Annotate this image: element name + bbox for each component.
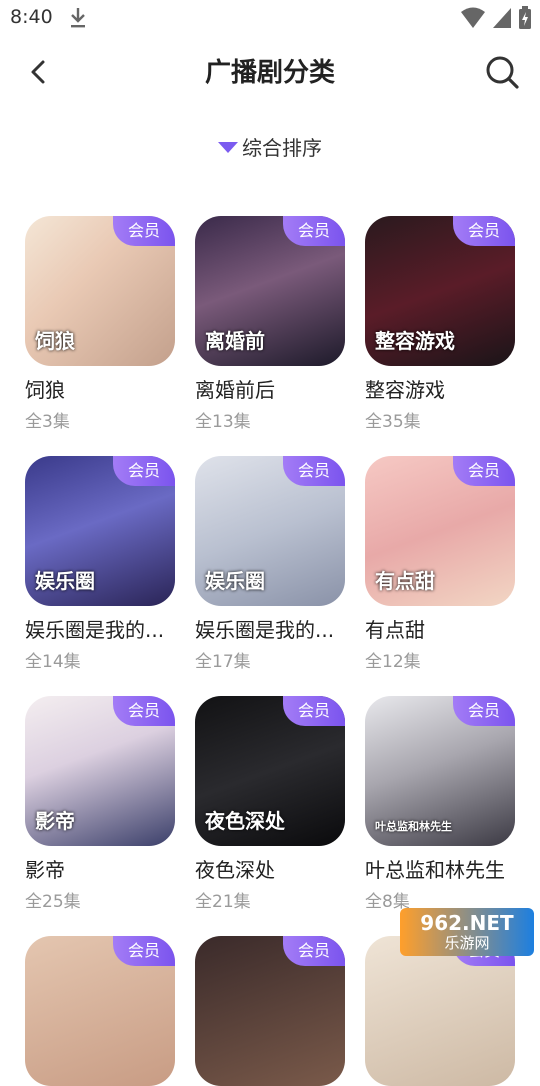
cover-art-title: 整容游戏 (375, 329, 455, 353)
drama-title: 娱乐圈是我的... (195, 618, 335, 642)
vip-badge: 会员 (113, 456, 175, 486)
cover-image[interactable]: 会员 (365, 936, 515, 1086)
cover-image[interactable]: 夜色深处 会员 (195, 696, 345, 846)
drama-card[interactable]: 整容游戏 会员整容游戏全35集 (365, 216, 515, 456)
drama-card[interactable]: 夜色深处 会员夜色深处全21集 (195, 696, 345, 936)
search-button[interactable] (484, 54, 520, 90)
cover-image[interactable]: 娱乐圈 会员 (25, 456, 175, 606)
download-icon (71, 8, 85, 28)
cover-image[interactable]: 饲狼 会员 (25, 216, 175, 366)
episode-count: 全14集 (25, 652, 81, 672)
drama-title: 饲狼 (25, 378, 65, 402)
drama-card[interactable]: 叶总监和林先生 会员 叶总监和林先生 全8集 (365, 696, 515, 936)
drama-grid: 饲狼 会员 饲狼 全3集 离婚前 会员 离婚前后 全13集 整容游戏 会员 整容游戏 全35集 娱乐圈会… (25, 216, 525, 1086)
vip-badge: 会员 (113, 936, 175, 966)
vip-badge: 会员 (113, 696, 175, 726)
vip-badge: 会员 (283, 216, 345, 246)
vip-badge: 会员 (453, 456, 515, 486)
watermark-logo: 962.NET 乐游网 (400, 908, 534, 956)
cover-art-title: 娱乐圈 (205, 569, 265, 593)
cover-image[interactable]: 有点甜 会员 (365, 456, 515, 606)
cover-art-title: 离婚前 (205, 329, 265, 353)
cover-art-title: 娱乐圈 (35, 569, 95, 593)
signal-icon (493, 8, 511, 28)
wifi-icon (461, 7, 485, 28)
cover-art-title: 饲狼 (35, 329, 75, 353)
sort-label: 综合排序 (242, 136, 322, 160)
cover-image[interactable]: 影帝 会员 (25, 696, 175, 846)
drama-title: 有点甜 (365, 618, 425, 642)
episode-count: 全25集 (25, 892, 81, 912)
watermark-sub: 乐游网 (444, 934, 490, 952)
cover-image[interactable]: 会员 (25, 936, 175, 1086)
battery-charging-icon (519, 6, 531, 29)
drama-title: 叶总监和林先生 (365, 858, 505, 882)
sort-dropdown[interactable]: 综合排序 (0, 132, 540, 161)
vip-badge: 会员 (283, 936, 345, 966)
drama-card[interactable]: 影帝 会员影帝全25集 (25, 696, 175, 936)
drama-title: 夜色深处 (195, 858, 275, 882)
status-bar: 8:40 (0, 0, 540, 36)
triangle-down-icon (218, 142, 238, 153)
cover-image[interactable]: 整容游戏 会员 (365, 216, 515, 366)
drama-title: 影帝 (25, 858, 65, 882)
vip-badge: 会员 (453, 696, 515, 726)
drama-card[interactable]: 饲狼 会员饲狼全3集 (25, 216, 175, 456)
vip-badge: 会员 (453, 216, 515, 246)
episode-count: 全35集 (365, 412, 421, 432)
cover-art-title: 叶总监和林先生 (375, 820, 452, 833)
episode-count: 全12集 (365, 652, 421, 672)
drama-title: 娱乐圈是我的... (25, 618, 165, 642)
drama-card[interactable]: 离婚前 会员离婚前后全13集 (195, 216, 345, 456)
episode-count: 全21集 (195, 892, 251, 912)
cover-image[interactable]: 叶总监和林先生 会员 (365, 696, 515, 846)
cover-art-title: 影帝 (35, 809, 75, 833)
drama-card[interactable]: 有点甜 会员有点甜全12集 (365, 456, 515, 696)
vip-badge: 会员 (283, 696, 345, 726)
drama-card[interactable]: 会员 (195, 936, 345, 1086)
status-time: 8:40 (10, 6, 53, 28)
episode-count: 全3集 (25, 412, 70, 432)
search-icon (486, 56, 519, 89)
vip-badge: 会员 (283, 456, 345, 486)
cover-image[interactable]: 会员 (195, 936, 345, 1086)
cover-art-title: 有点甜 (375, 569, 435, 593)
episode-count: 全17集 (195, 652, 251, 672)
vip-badge: 会员 (113, 216, 175, 246)
status-icons (460, 6, 532, 30)
episode-count: 全13集 (195, 412, 251, 432)
page-title: 广播剧分类 (204, 58, 335, 88)
drama-card[interactable]: 娱乐圈 会员娱乐圈是我的... 全17集 (195, 456, 345, 696)
drama-title: 离婚前后 (195, 378, 275, 402)
cover-image[interactable]: 娱乐圈 会员 (195, 456, 345, 606)
drama-card[interactable]: 会员 (25, 936, 175, 1086)
cover-image[interactable]: 离婚前 会员 (195, 216, 345, 366)
drama-card[interactable]: 娱乐圈 会员娱乐圈是我的... 全14集 (25, 456, 175, 696)
app-header: 广播剧分类 (0, 44, 540, 100)
watermark-brand: 962.NET (420, 911, 514, 935)
cover-art-title: 夜色深处 (205, 809, 285, 833)
drama-title: 整容游戏 (365, 378, 445, 402)
